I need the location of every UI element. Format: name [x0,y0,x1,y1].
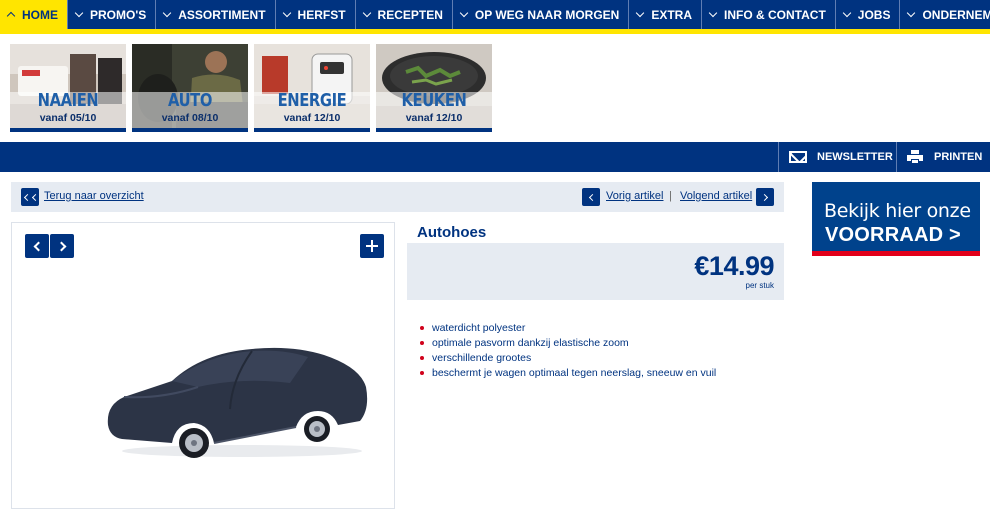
tile-subtitle: vanaf 12/10 [283,112,341,124]
stock-banner[interactable]: Bekijk hier onze VOORRAAD > [812,182,980,256]
feature-list: waterdicht polyester optimale pasvorm da… [420,321,716,381]
tile-subtitle: vanaf 05/10 [39,112,97,124]
next-article-button[interactable] [756,188,774,206]
nav-item-herfst[interactable]: HERFST [276,0,356,29]
tile-title: KEUKEN [401,90,467,111]
list-item: beschermt je wagen optimaal tegen neersl… [420,366,716,381]
double-chevron-left-icon [23,193,39,201]
print-label: PRINTEN [934,151,983,163]
tile-bar [376,128,492,132]
back-to-overview-link[interactable]: Terug naar overzicht [44,190,144,202]
stock-banner-line2: VOORRAAD > [825,224,961,246]
tile-subtitle: vanaf 08/10 [161,112,219,124]
chevron-down-icon [842,8,852,17]
list-item: verschillende grootes [420,351,716,366]
list-item: waterdicht polyester [420,321,716,336]
nav-item-extra[interactable]: EXTRA [629,0,703,29]
chevron-left-icon [33,241,43,251]
nav-item-op-weg-naar-morgen[interactable]: OP WEG NAAR MORGEN [453,0,630,29]
chevron-down-icon [74,8,84,17]
tile-bar [254,128,370,132]
utility-bar: NEWSLETTER PRINTEN [0,142,990,172]
promo-tiles: NAAIEN vanaf 05/10 AUTO vanaf 08/10 ENER… [10,44,492,132]
image-prev-button[interactable] [25,234,49,258]
product-image-viewer [11,222,395,509]
image-next-button[interactable] [50,234,74,258]
car-cover-image [107,347,368,458]
chevron-down-icon [907,8,916,17]
nav-item-promos[interactable]: PROMO'S [68,0,157,29]
tile-subtitle: vanaf 12/10 [405,112,463,124]
newsletter-label: NEWSLETTER [817,151,893,163]
chevron-right-icon [760,193,768,201]
chevron-right-icon [56,241,66,251]
main-navigation: HOME PROMO'S ASSORTIMENT HERFST RECEPTEN… [0,0,990,34]
printer-icon [907,150,923,164]
chevron-down-icon [282,8,291,17]
nav-item-onderneming[interactable]: ONDERNEMING [900,0,990,29]
stock-banner-line1: Bekijk hier onze [824,200,971,222]
chevron-down-icon [162,8,172,17]
promo-tile-auto[interactable]: AUTO vanaf 08/10 [132,44,248,132]
promo-tile-keuken[interactable]: KEUKEN vanaf 12/10 [376,44,492,132]
price-box: €14.99 per stuk [407,243,784,300]
promo-tile-energie[interactable]: ENERGIE vanaf 12/10 [254,44,370,132]
nav-item-info-contact[interactable]: INFO & CONTACT [702,0,836,29]
next-article-link[interactable]: Volgend artikel [680,190,752,202]
nav-item-jobs[interactable]: JOBS [836,0,901,29]
article-navigation: Terug naar overzicht Vorig artikel | Vol… [11,182,784,212]
price-unit: per stuk [745,281,774,290]
previous-article-link[interactable]: Vorig artikel [606,190,663,202]
list-item: optimale pasvorm dankzij elastische zoom [420,336,716,351]
chevron-down-icon [636,8,645,17]
chevron-left-icon [588,193,596,201]
tile-bar [10,128,126,132]
tile-title: ENERGIE [277,90,347,111]
nav-separator: | [669,190,672,202]
previous-article-button[interactable] [582,188,600,206]
chevron-up-icon [6,11,16,21]
envelope-icon [789,151,807,163]
nav-item-recepten[interactable]: RECEPTEN [356,0,453,29]
plus-icon [366,240,378,252]
tile-title: NAAIEN [37,90,99,111]
back-to-overview-button[interactable] [21,188,39,206]
tile-title: AUTO [168,90,212,111]
zoom-button[interactable] [360,234,384,258]
newsletter-button[interactable]: NEWSLETTER [778,142,896,172]
tile-bar [132,128,248,132]
product-price: €14.99 [694,251,774,281]
print-button[interactable]: PRINTEN [896,142,990,172]
chevron-down-icon [708,8,718,17]
promo-tile-naaien[interactable]: NAAIEN vanaf 05/10 [10,44,126,132]
nav-item-assortiment[interactable]: ASSORTIMENT [156,0,276,29]
chevron-down-icon [362,8,371,17]
chevron-down-icon [459,8,469,17]
nav-item-home[interactable]: HOME [0,0,68,29]
product-title: Autohoes [417,224,487,241]
